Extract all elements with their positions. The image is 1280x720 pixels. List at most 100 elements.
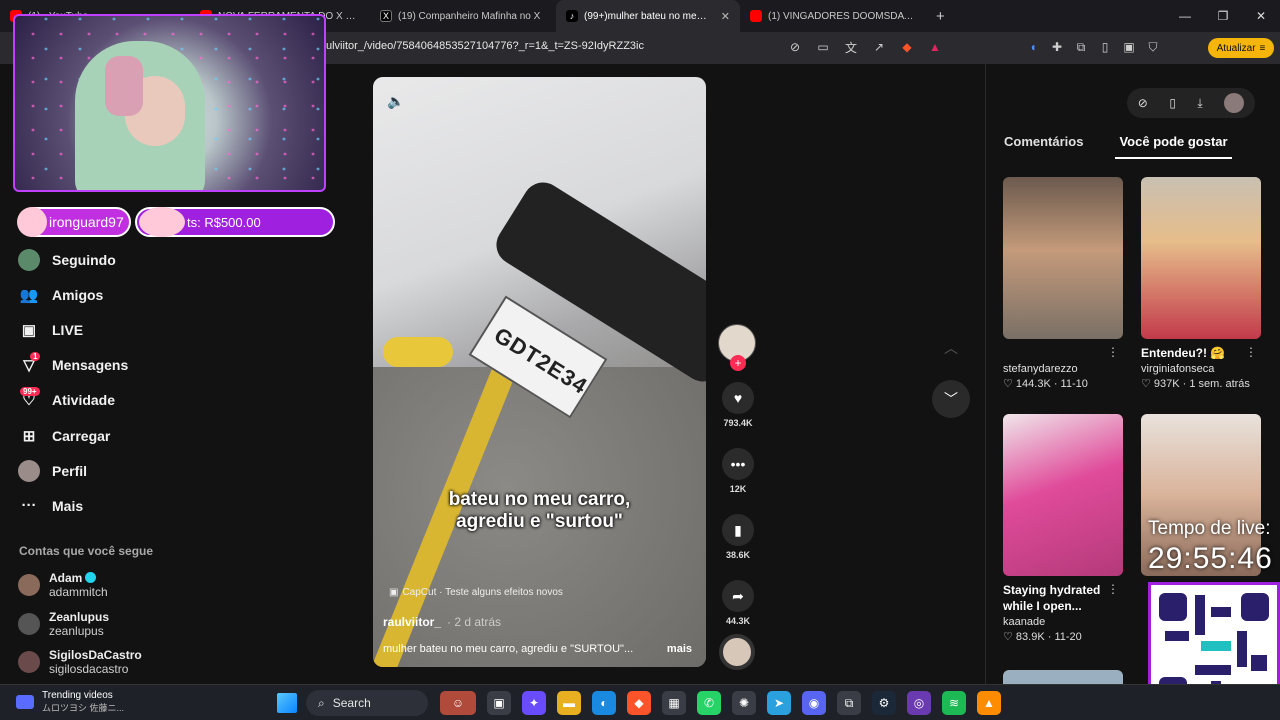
follow-plus-icon[interactable]: + bbox=[730, 355, 746, 371]
share-count: 44.3K bbox=[725, 616, 751, 626]
youtube-icon bbox=[750, 10, 762, 22]
task-view-icon[interactable]: ▣ bbox=[487, 691, 511, 715]
nav-item-atividade[interactable]: ♡ 99+ Atividade bbox=[18, 383, 178, 418]
nav-item-live[interactable]: ▣ LIVE bbox=[18, 312, 178, 347]
author-name: raulviitor_ bbox=[383, 615, 442, 629]
cast-icon[interactable]: ▭ bbox=[814, 38, 832, 56]
trending-widget[interactable]: Trending videos ムロツヨシ 佐藤ニ... bbox=[16, 690, 124, 714]
vlc-icon[interactable]: ▲ bbox=[977, 691, 1001, 715]
profile-app-icon[interactable]: ☺ bbox=[440, 691, 476, 715]
save-button[interactable]: ▮ 38.6K bbox=[718, 514, 758, 560]
nav-item-carregar[interactable]: ⊞ Carregar bbox=[18, 418, 178, 453]
taskbar-search[interactable]: ⌕ Search bbox=[306, 690, 428, 716]
share-button[interactable]: ➦ 44.3K bbox=[718, 580, 758, 626]
following-account[interactable]: SigilosDaCastro sigilosdacastro bbox=[18, 643, 142, 682]
tab-comments[interactable]: Comentários bbox=[1000, 130, 1087, 159]
account-name: Zeanlupus bbox=[49, 609, 110, 624]
browser-tab-active[interactable]: ♪ (99+)mulher bateu no meu ca ✕ bbox=[556, 0, 740, 32]
account-handle: sigilosdacastro bbox=[49, 662, 129, 677]
previous-video-button[interactable]: ︿ bbox=[932, 329, 970, 367]
nav-item-seguindo[interactable]: Seguindo bbox=[18, 242, 178, 277]
comment-button[interactable]: ••• 12K bbox=[718, 448, 758, 494]
audio-icon[interactable]: ◖ bbox=[1024, 38, 1042, 56]
user-avatar[interactable] bbox=[1224, 93, 1245, 113]
music-disc[interactable] bbox=[719, 634, 755, 670]
browser-tab[interactable]: (1) VINGADORES DOOMSDAY - TE bbox=[740, 0, 926, 32]
nav-item-amigos[interactable]: 👥 Amigos bbox=[18, 277, 178, 312]
card-more-icon[interactable]: ⋮ bbox=[1107, 345, 1119, 359]
nav-item-mais[interactable]: ··· Mais bbox=[18, 488, 178, 523]
url-field[interactable]: ulviitor_/video/7584064853527104776?_r=1… bbox=[326, 40, 644, 52]
update-button[interactable]: Atualizar ≡ bbox=[1208, 38, 1274, 58]
extensions-icon[interactable]: ✚ bbox=[1048, 38, 1066, 56]
nav-item-perfil[interactable]: Perfil bbox=[18, 453, 178, 488]
video-author[interactable]: raulviitor_ · 2 d atrás bbox=[383, 615, 501, 629]
edge-icon[interactable]: ◐ bbox=[592, 691, 616, 715]
more-description-button[interactable]: mais bbox=[667, 643, 692, 655]
card-title: Entendeu?! 🤗 bbox=[1141, 346, 1226, 360]
more-icon: ··· bbox=[21, 497, 37, 515]
tab-you-may-like[interactable]: Você pode gostar bbox=[1115, 130, 1232, 159]
cupcake-icon bbox=[17, 207, 47, 237]
tiktok-icon: ♪ bbox=[566, 10, 578, 22]
recommended-video-card[interactable]: ⋮ stefanydarezzo ♡ 144.3K · 11-10 bbox=[1003, 177, 1123, 390]
recommended-video-card[interactable]: ⋮ Entendeu?! 🤗 virginiafonseca ♡ 937K · … bbox=[1141, 177, 1261, 390]
nav-label: Atividade bbox=[52, 392, 116, 409]
capcut-link[interactable]: ▣ CapCut · Teste alguns efeitos novos bbox=[389, 587, 563, 598]
brave-rewards-icon[interactable]: ▲ bbox=[926, 38, 944, 56]
autoscroll-icon[interactable]: ⊘ bbox=[1138, 96, 1148, 110]
brave-icon[interactable]: ◆ bbox=[627, 691, 651, 715]
following-avatar-icon bbox=[18, 248, 40, 271]
whatsapp-icon[interactable]: ✆ bbox=[697, 691, 721, 715]
video-player[interactable]: GDT2E34 🔈 ··· bateu no meu carro, agredi… bbox=[373, 77, 706, 667]
following-account[interactable]: Adam adammitch bbox=[18, 566, 142, 605]
video-tools: ⊘ ▯ ⤓ bbox=[1127, 88, 1255, 118]
vpn-icon[interactable]: ⛉ bbox=[1144, 38, 1162, 56]
following-account[interactable]: Zeanlupus zeanlupus bbox=[18, 605, 142, 644]
like-button[interactable]: ♥ 793.4K bbox=[718, 382, 758, 428]
caption-line: bateu no meu carro, bbox=[448, 489, 631, 510]
wallet-icon[interactable]: ▣ bbox=[1120, 38, 1138, 56]
volume-icon[interactable]: 🔈 bbox=[387, 93, 404, 110]
spotify-icon[interactable]: ≋ bbox=[942, 691, 966, 715]
close-window-icon[interactable]: ✕ bbox=[1242, 0, 1280, 32]
card-meta: ♡ 144.3K · 11-10 bbox=[1003, 378, 1088, 390]
download-icon[interactable]: ⤓ bbox=[1197, 96, 1202, 111]
discord-icon[interactable]: ◉ bbox=[802, 691, 826, 715]
video-thumbnail bbox=[1003, 414, 1123, 576]
sidebar-icon[interactable]: ▯ bbox=[1096, 38, 1114, 56]
right-tabs: Comentários Você pode gostar bbox=[1000, 130, 1232, 159]
steam-icon[interactable]: ⚙ bbox=[872, 691, 896, 715]
card-more-icon[interactable]: ⋮ bbox=[1245, 345, 1257, 359]
share-icon[interactable]: ↗ bbox=[870, 38, 888, 56]
copilot-icon[interactable]: ✦ bbox=[522, 691, 546, 715]
friends-icon: 👥 bbox=[19, 286, 39, 304]
capcut-icon: ▣ bbox=[389, 587, 399, 598]
video-thumbnail bbox=[1003, 177, 1123, 339]
telegram-icon[interactable]: ➤ bbox=[767, 691, 791, 715]
new-tab-icon[interactable]: + bbox=[926, 8, 955, 25]
brave-shield-icon[interactable]: ◆ bbox=[898, 38, 916, 56]
windows-start-icon[interactable] bbox=[277, 693, 297, 713]
store-icon[interactable]: ▦ bbox=[662, 691, 686, 715]
chatgpt-icon[interactable]: ✺ bbox=[732, 691, 756, 715]
mobile-icon[interactable]: ▯ bbox=[1169, 96, 1176, 110]
more-options-icon[interactable]: ··· bbox=[674, 89, 688, 105]
obs-icon[interactable]: ◎ bbox=[907, 691, 931, 715]
close-tab-icon[interactable]: ✕ bbox=[721, 10, 730, 23]
no-tracking-icon[interactable]: ⊘ bbox=[786, 38, 804, 56]
card-more-icon[interactable]: ⋮ bbox=[1107, 582, 1119, 596]
file-explorer-icon[interactable]: ▬ bbox=[557, 691, 581, 715]
creator-avatar[interactable]: + bbox=[718, 324, 756, 371]
stream-username-pill: ironguard97 bbox=[17, 207, 131, 237]
browser-tab[interactable]: X (19) Companheiro Mafinha no X bbox=[370, 0, 556, 32]
capcut-app-icon[interactable]: ⧉ bbox=[837, 691, 861, 715]
screenshot-icon[interactable]: ⧉ bbox=[1072, 38, 1090, 56]
next-video-button[interactable]: ﹀ bbox=[932, 380, 970, 418]
recommended-video-card[interactable]: ⋮ Staying hydrated while I open... kaana… bbox=[1003, 414, 1123, 643]
translate-icon[interactable]: 文 bbox=[842, 38, 860, 56]
minimize-icon[interactable]: — bbox=[1166, 0, 1204, 32]
nav-item-mensagens[interactable]: ▽ 1 Mensagens bbox=[18, 348, 178, 383]
maximize-icon[interactable]: ❐ bbox=[1204, 0, 1242, 32]
verified-icon bbox=[85, 572, 97, 584]
